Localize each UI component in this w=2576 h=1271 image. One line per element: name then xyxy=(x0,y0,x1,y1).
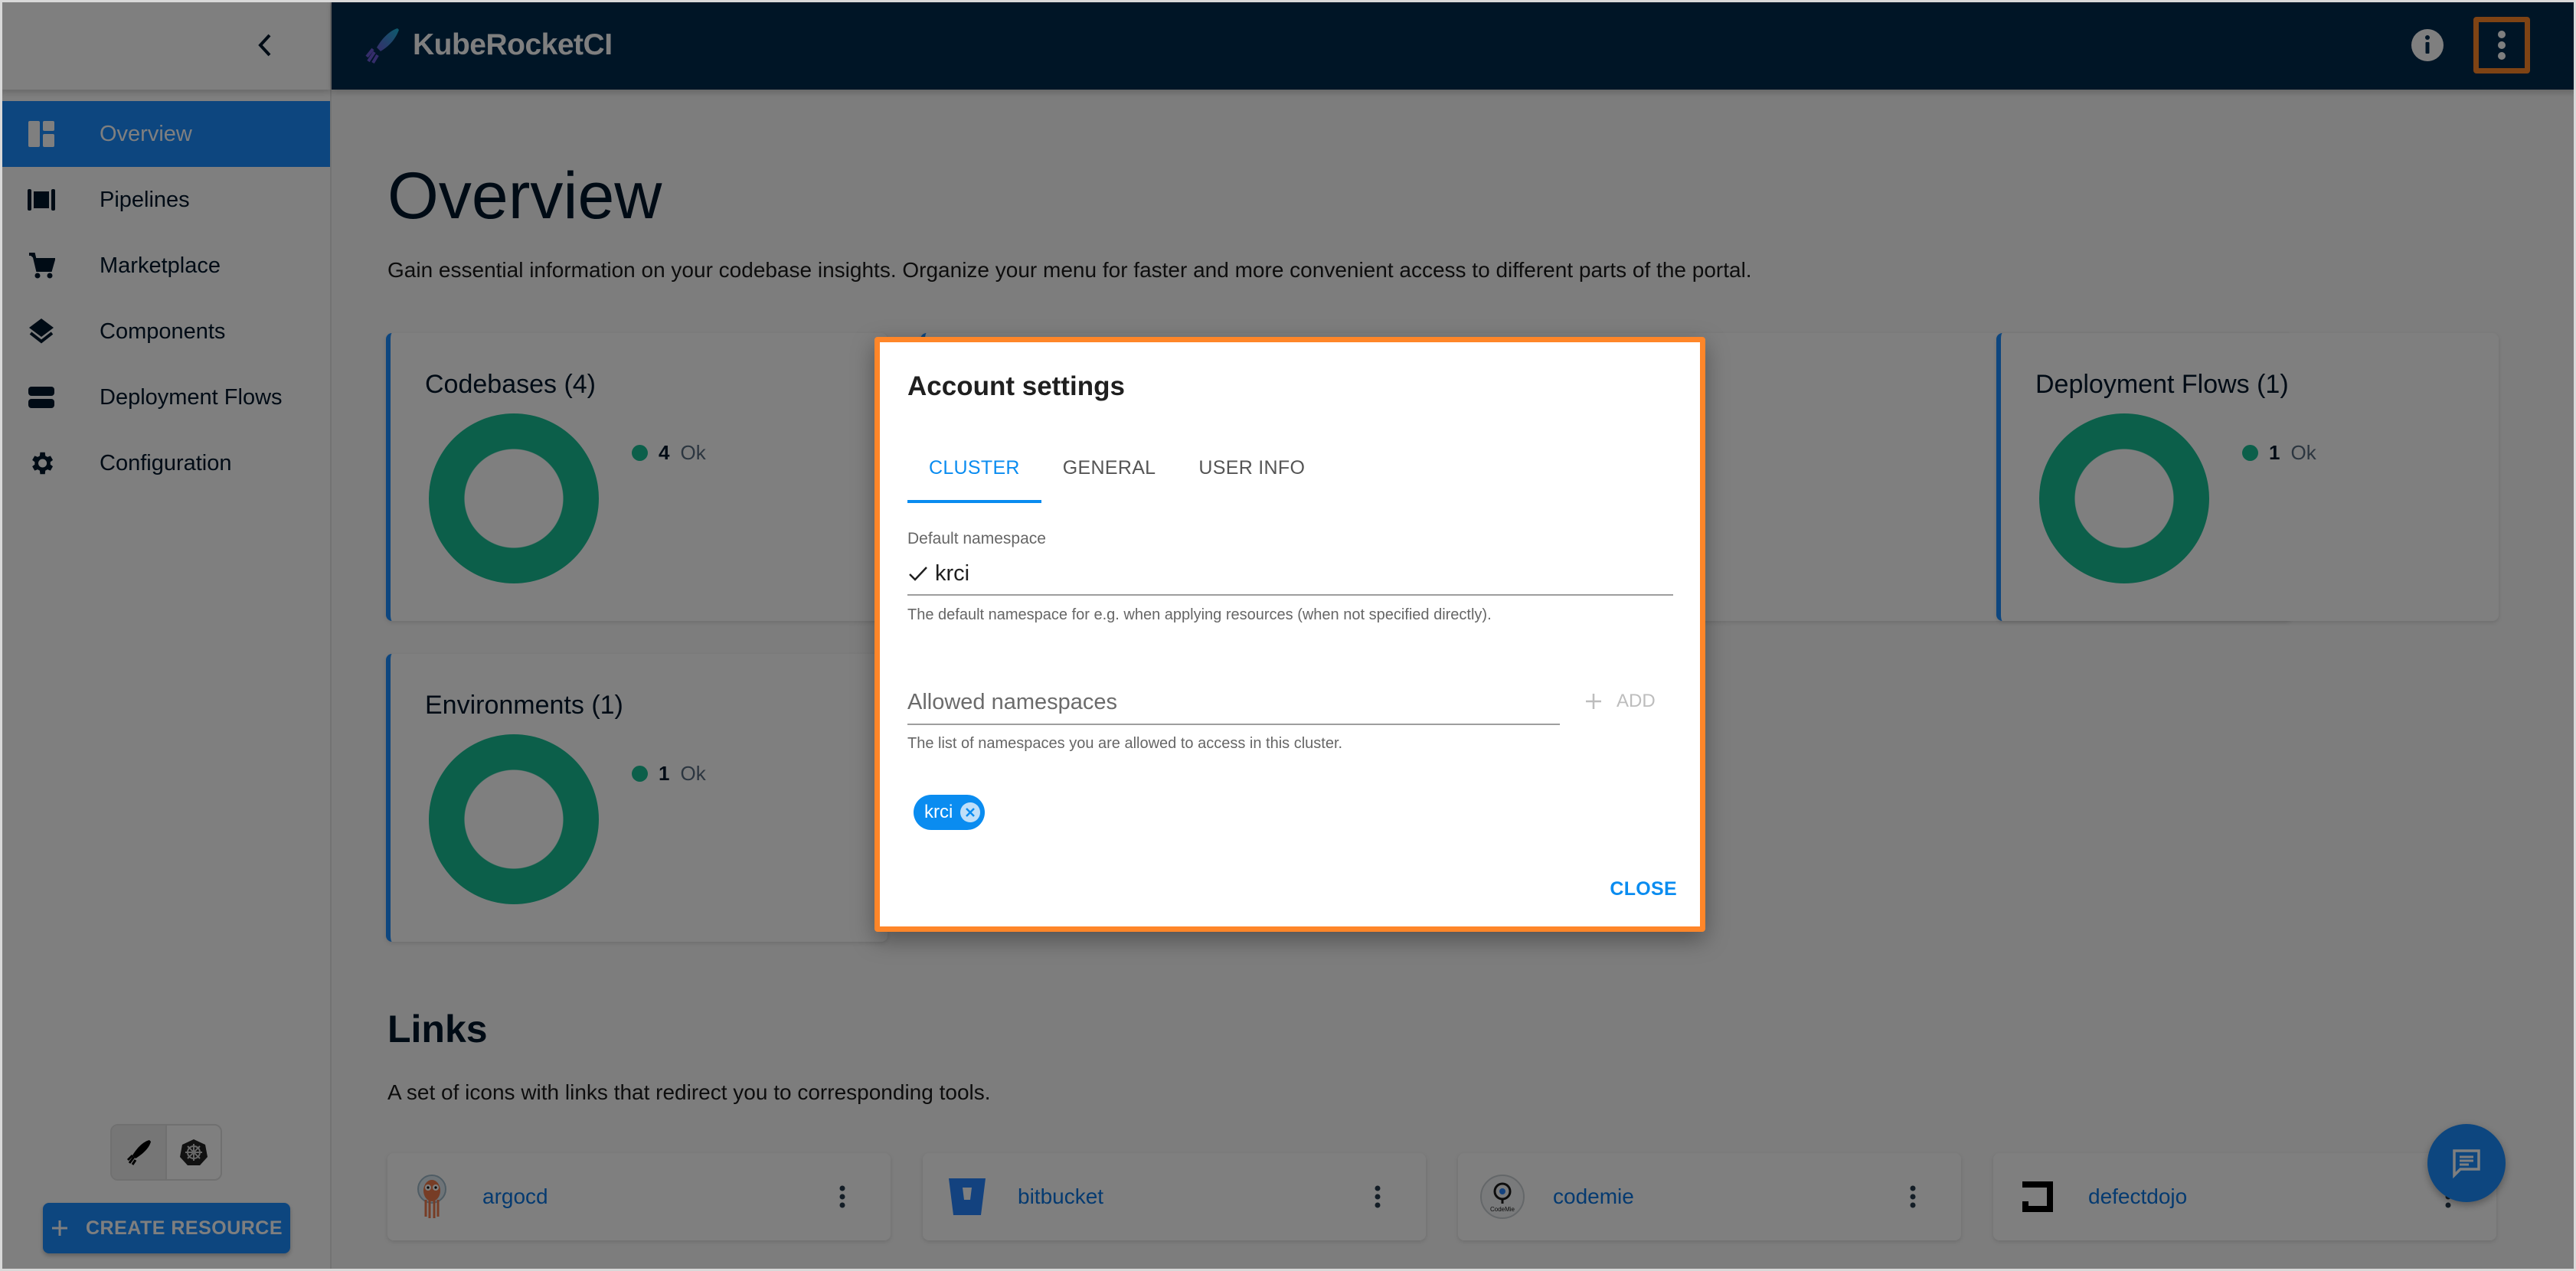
tab-user-info[interactable]: USER INFO xyxy=(1177,442,1326,494)
dialog-title: Account settings xyxy=(907,371,1125,401)
default-namespace-helper: The default namespace for e.g. when appl… xyxy=(907,606,1492,623)
close-button[interactable]: CLOSE xyxy=(1610,878,1677,900)
default-namespace-label: Default namespace xyxy=(907,530,1046,547)
tab-general[interactable]: GENERAL xyxy=(1041,442,1178,494)
tab-cluster[interactable]: CLUSTER xyxy=(907,442,1041,503)
add-label: ADD xyxy=(1617,691,1656,711)
close-icon xyxy=(966,808,976,817)
account-settings-dialog: Account settings CLUSTER GENERAL USER IN… xyxy=(874,337,1705,932)
allowed-namespaces-input[interactable]: Allowed namespaces xyxy=(907,681,1560,725)
chip-label: krci xyxy=(924,802,953,822)
check-icon xyxy=(909,567,927,581)
remove-chip-button[interactable] xyxy=(960,802,981,822)
default-namespace-value: krci xyxy=(935,560,970,586)
allowed-namespaces-placeholder: Allowed namespaces xyxy=(907,689,1118,714)
default-namespace-field[interactable]: krci xyxy=(907,553,1673,596)
namespace-chip: krci xyxy=(914,795,986,830)
dialog-tabs: CLUSTER GENERAL USER INFO xyxy=(907,442,1326,503)
plus-icon xyxy=(1586,694,1601,709)
allowed-namespaces-helper: The list of namespaces you are allowed t… xyxy=(907,735,1343,752)
add-namespace-button[interactable]: ADD xyxy=(1584,691,1656,712)
